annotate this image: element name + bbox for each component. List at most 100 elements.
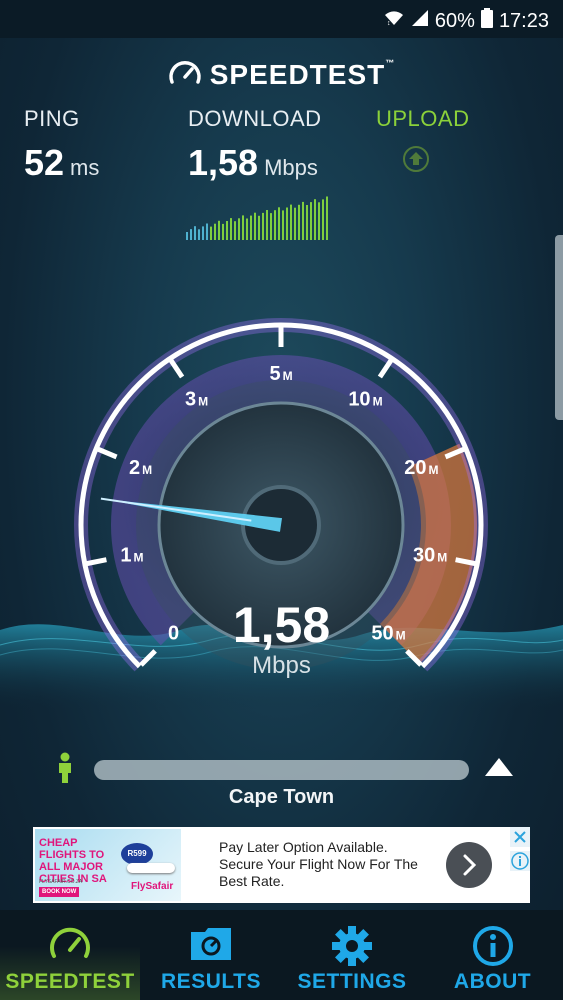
- graph-bar: [254, 212, 256, 240]
- speedometer-icon: [48, 924, 92, 969]
- upload-arrow-icon: [403, 146, 429, 172]
- nav-settings[interactable]: SETTINGS: [282, 910, 422, 1000]
- graph-bar: [326, 196, 328, 240]
- ad-text[interactable]: Pay Later Option Available. Secure Your …: [219, 839, 429, 890]
- graph-bar: [298, 204, 300, 240]
- chevron-right-icon: [463, 854, 477, 876]
- upload-label: UPLOAD: [376, 106, 470, 131]
- server-location[interactable]: Cape Town: [0, 786, 563, 809]
- gauge-label-unit: M: [133, 551, 143, 565]
- graph-bar: [210, 226, 212, 240]
- close-icon: [514, 831, 526, 843]
- airplane-icon: [127, 863, 175, 873]
- info-icon: [471, 924, 515, 973]
- ad-image-url: FLYSAFAIR.CO.ZA: [39, 879, 83, 885]
- graph-bar: [258, 215, 260, 240]
- ad-image-headline: CHEAP FLIGHTS TO ALL MAJOR CITIES IN SA: [39, 837, 107, 885]
- app-title-text: SPEEDTEST: [209, 58, 386, 90]
- ad-go-button[interactable]: [446, 842, 492, 888]
- ad-info-button[interactable]: [510, 851, 530, 871]
- gauge-label-unit: M: [437, 551, 447, 565]
- graph-bar: [290, 204, 292, 240]
- graph-bar: [214, 223, 216, 240]
- graph-bar: [306, 205, 308, 240]
- graph-bar: [250, 215, 252, 240]
- ad-book-now: BOOK NOW: [39, 887, 80, 897]
- graph-bar: [186, 232, 188, 240]
- ping-value: 52: [24, 142, 65, 183]
- graph-bar: [230, 218, 232, 240]
- graph-bar: [194, 226, 196, 240]
- gauge-label-unit: M: [429, 463, 439, 477]
- graph-bar: [302, 201, 304, 240]
- status-bar: ↕ 60% 17:23: [0, 0, 563, 38]
- battery-icon: [480, 8, 493, 34]
- graph-bar: [286, 207, 288, 240]
- battery-percent: 60%: [434, 9, 475, 32]
- ping-label: PING: [24, 106, 80, 131]
- folder-icon: [189, 924, 233, 969]
- download-value: 1,58: [188, 142, 259, 183]
- graph-bar: [282, 210, 284, 240]
- graph-bar: [198, 229, 200, 240]
- graph-bar: [314, 199, 316, 240]
- gauge-label-unit: M: [198, 395, 208, 409]
- graph-bar: [262, 212, 264, 240]
- ad-image[interactable]: CHEAP FLIGHTS TO ALL MAJOR CITIES IN SA …: [35, 829, 181, 901]
- graph-bar: [274, 210, 276, 240]
- graph-bar: [206, 223, 208, 240]
- bottom-navigation: SPEEDTEST RESULTS SETTINGS ABOUT: [0, 910, 563, 1000]
- graph-bar: [246, 218, 248, 240]
- ad-banner[interactable]: CHEAP FLIGHTS TO ALL MAJOR CITIES IN SA …: [33, 827, 530, 903]
- nav-about[interactable]: ABOUT: [422, 910, 563, 1000]
- gauge-tick: [377, 358, 394, 379]
- wifi-icon: ↕: [383, 9, 405, 33]
- graph-bar: [266, 210, 268, 240]
- graph-bar: [238, 218, 240, 240]
- server-distance-track: [94, 760, 469, 780]
- current-speed-value: 1,58: [232, 597, 331, 653]
- nav-about-label: ABOUT: [453, 970, 532, 993]
- download-metric: DOWNLOAD 1,58 Mbps: [188, 106, 322, 184]
- server-triangle-icon: [483, 756, 515, 785]
- nav-speedtest-label: SPEEDTEST: [5, 970, 135, 993]
- download-label: DOWNLOAD: [188, 106, 322, 131]
- graph-bar: [218, 220, 220, 240]
- graph-bar: [222, 223, 224, 240]
- graph-bar: [318, 202, 320, 240]
- person-icon: [56, 752, 74, 789]
- ad-close-button[interactable]: [510, 827, 530, 847]
- gear-icon: [330, 924, 374, 973]
- ping-metric: PING 52 ms: [24, 106, 99, 184]
- ping-unit: ms: [70, 155, 100, 180]
- current-speed-unit: Mbps: [252, 652, 311, 679]
- app-title: SPEEDTEST™: [0, 58, 563, 95]
- gauge-label-unit: M: [283, 369, 293, 383]
- graph-bar: [294, 207, 296, 240]
- ad-image-price: R599: [121, 843, 153, 865]
- graph-bar: [226, 221, 228, 240]
- nav-speedtest[interactable]: SPEEDTEST: [0, 910, 140, 1000]
- graph-bar: [202, 226, 204, 240]
- nav-results[interactable]: RESULTS: [140, 910, 282, 1000]
- nav-results-label: RESULTS: [161, 970, 261, 993]
- speedtest-screen: ↕ 60% 17:23 SPEEDTEST™ PING 52 ms DOWNLOA…: [0, 0, 563, 1000]
- upload-metric: UPLOAD: [376, 106, 469, 132]
- graph-bar: [270, 213, 272, 240]
- svg-text:↕: ↕: [387, 20, 391, 27]
- gauge-label-unit: M: [373, 395, 383, 409]
- download-speed-graph: [186, 196, 328, 240]
- current-speed-readout: 1,58 Mbps: [0, 600, 563, 680]
- gauge-label-unit: M: [142, 463, 152, 477]
- info-icon: [511, 852, 529, 870]
- nav-settings-label: SETTINGS: [297, 970, 407, 993]
- clock: 17:23: [498, 9, 549, 32]
- ad-brand: FlySafair: [131, 881, 174, 892]
- graph-bar: [190, 229, 192, 240]
- graph-bar: [322, 199, 324, 240]
- gauge-tick: [168, 358, 185, 379]
- speedometer-logo-icon: [168, 58, 202, 95]
- side-scroll-handle[interactable]: [555, 235, 563, 420]
- download-unit: Mbps: [264, 155, 318, 180]
- graph-bar: [234, 221, 236, 240]
